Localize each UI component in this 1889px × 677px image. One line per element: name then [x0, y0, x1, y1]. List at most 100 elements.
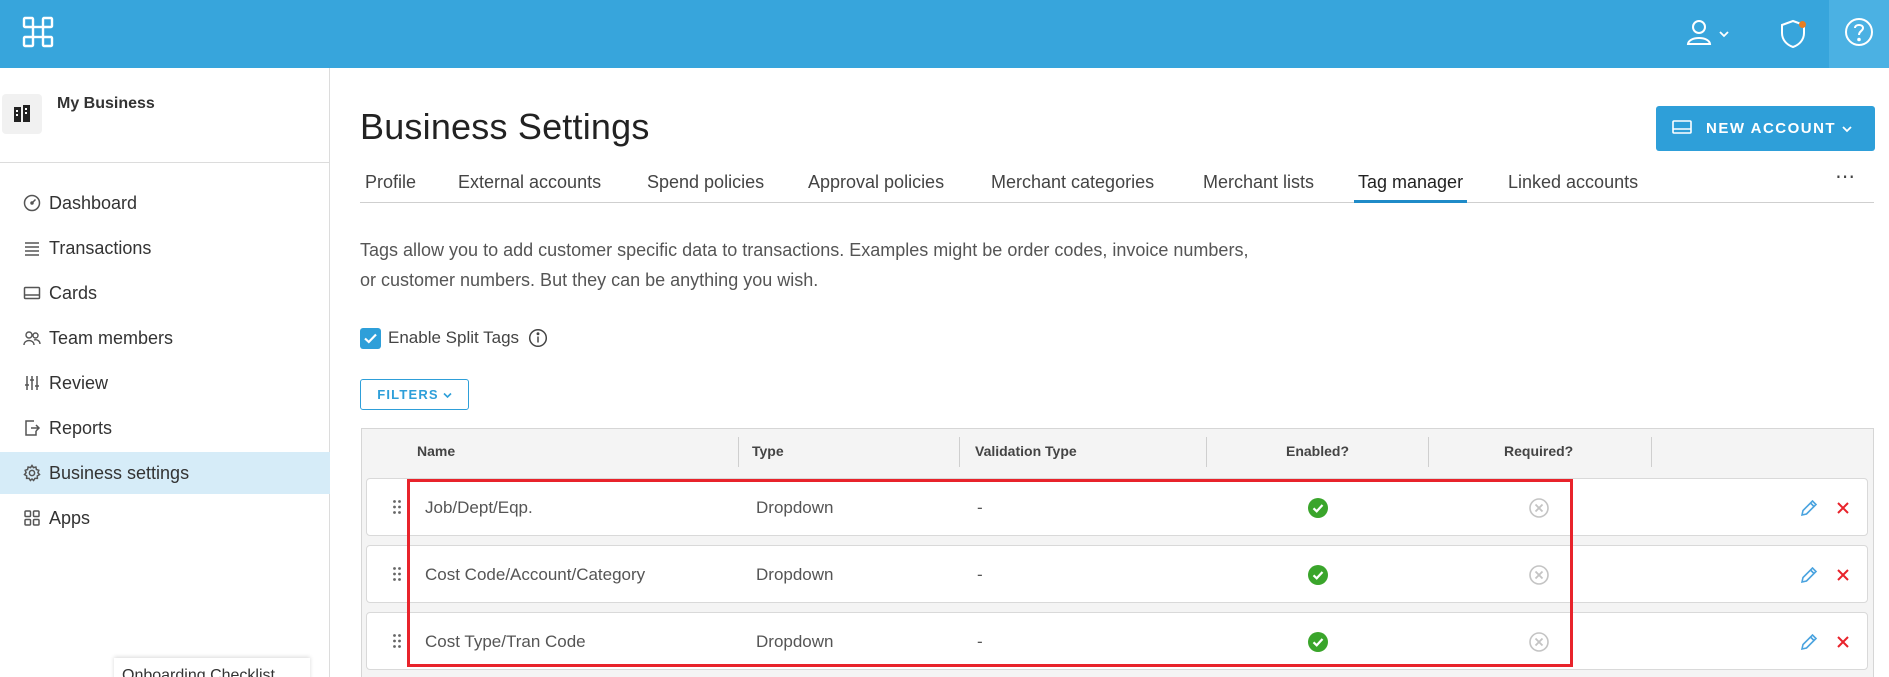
business-name[interactable]: My Business [57, 95, 155, 113]
card-icon [1672, 119, 1692, 139]
enable-split-tags-label: Enable Split Tags [388, 328, 520, 347]
enable-split-tags-row: Enable Split Tags [360, 327, 548, 349]
column-divider [1206, 437, 1207, 467]
tab-linked-accounts[interactable]: Linked accounts [1508, 160, 1638, 203]
sidebar-item-review[interactable]: Review [0, 362, 330, 404]
team-icon [22, 328, 42, 348]
gear-icon [22, 463, 42, 483]
sidebar-item-team-members[interactable]: Team members [0, 317, 330, 359]
filters-button[interactable]: FILTERS [360, 379, 469, 410]
apps-icon [22, 508, 42, 528]
enabled-check-icon [1308, 498, 1328, 518]
tab-spend-policies[interactable]: Spend policies [647, 160, 764, 203]
chevron-down-icon [1719, 25, 1729, 43]
tab-profile[interactable]: Profile [365, 160, 416, 203]
delete-icon[interactable] [1833, 565, 1853, 585]
top-bar [0, 0, 1889, 68]
tag-name: Cost Type/Tran Code [425, 632, 586, 651]
sidebar-item-label: Reports [49, 417, 113, 438]
new-account-button[interactable]: NEW ACCOUNT [1656, 106, 1875, 151]
column-header-validation-type[interactable]: Validation Type [975, 443, 1077, 459]
security-button[interactable] [1778, 14, 1808, 54]
column-header-enabled[interactable]: Enabled? [1286, 443, 1349, 459]
sidebar-item-business-settings[interactable]: Business settings [0, 452, 330, 494]
chevron-down-icon [1842, 120, 1852, 137]
column-header-type[interactable]: Type [752, 443, 784, 459]
column-divider [1651, 437, 1652, 467]
column-header-required[interactable]: Required? [1504, 443, 1573, 459]
sidebar-item-apps[interactable]: Apps [0, 497, 330, 539]
sidebar-item-reports[interactable]: Reports [0, 407, 330, 449]
help-icon [1844, 17, 1874, 52]
delete-icon[interactable] [1833, 498, 1853, 518]
sidebar-item-label: Review [49, 372, 109, 393]
sidebar-item-label: Dashboard [49, 192, 138, 213]
chevron-down-icon [443, 387, 452, 402]
shield-icon [1779, 19, 1807, 49]
dashboard-icon [22, 193, 42, 213]
filters-label: FILTERS [377, 387, 439, 402]
table-header: Name Type Validation Type Enabled? Requi… [362, 429, 1875, 473]
column-divider [959, 437, 960, 467]
column-header-name[interactable]: Name [417, 443, 455, 459]
card-icon [22, 283, 42, 303]
sidebar-item-cards[interactable]: Cards [0, 272, 330, 314]
new-account-label: NEW ACCOUNT [1706, 120, 1837, 137]
more-options-button[interactable]: ⋯ [1835, 167, 1859, 188]
drag-handle-icon[interactable] [392, 499, 402, 515]
sidebar: My Business Dashboard Transactions Cards… [0, 68, 330, 677]
settings-tabs: Profile External accounts Spend policies… [360, 160, 1874, 203]
tag-type: Dropdown [756, 498, 834, 517]
table-row[interactable]: Job/Dept/Eqp. Dropdown - [366, 478, 1868, 536]
table-row[interactable]: Cost Type/Tran Code Dropdown - [366, 612, 1868, 670]
sidebar-item-label: Transactions [49, 237, 152, 258]
help-button[interactable] [1829, 0, 1889, 68]
list-icon [22, 238, 42, 258]
edit-pencil-icon[interactable] [1799, 632, 1819, 652]
business-avatar[interactable] [2, 94, 42, 134]
sidebar-item-dashboard[interactable]: Dashboard [0, 182, 330, 224]
tag-type: Dropdown [756, 565, 834, 584]
tab-merchant-categories[interactable]: Merchant categories [991, 160, 1154, 203]
enabled-check-icon [1308, 565, 1328, 585]
sliders-icon [22, 373, 42, 393]
tag-validation-type: - [977, 565, 983, 584]
drag-handle-icon[interactable] [392, 633, 402, 649]
column-divider [1428, 437, 1429, 467]
onboarding-checklist-button[interactable]: Onboarding Checklist [114, 658, 310, 677]
column-divider [738, 437, 739, 467]
delete-icon[interactable] [1833, 632, 1853, 652]
tag-manager-description: Tags allow you to add customer specific … [360, 240, 1249, 290]
tab-approval-policies[interactable]: Approval policies [808, 160, 944, 203]
edit-pencil-icon[interactable] [1799, 565, 1819, 585]
tab-external-accounts[interactable]: External accounts [458, 160, 601, 203]
not-required-icon [1529, 632, 1549, 652]
tag-name: Cost Code/Account/Category [425, 565, 646, 584]
sidebar-item-label: Team members [49, 327, 174, 348]
edit-pencil-icon[interactable] [1799, 498, 1819, 518]
notification-dot [1799, 21, 1806, 28]
table-row[interactable]: Cost Code/Account/Category Dropdown - [366, 545, 1868, 603]
enable-split-tags-checkbox[interactable] [360, 327, 381, 349]
drag-handle-icon[interactable] [392, 566, 402, 582]
tab-tag-manager[interactable]: Tag manager [1354, 160, 1468, 203]
page-title: Business Settings [360, 106, 650, 147]
tag-name: Job/Dept/Eqp. [425, 498, 533, 517]
info-icon[interactable] [528, 328, 548, 348]
sidebar-item-label: Cards [49, 282, 98, 303]
sidebar-item-label: Business settings [49, 462, 190, 483]
tag-validation-type: - [977, 498, 983, 517]
enabled-check-icon [1308, 632, 1328, 652]
export-icon [22, 418, 42, 438]
sidebar-item-transactions[interactable]: Transactions [0, 227, 330, 269]
sidebar-divider [0, 162, 330, 163]
tab-merchant-lists[interactable]: Merchant lists [1203, 160, 1314, 203]
tag-type: Dropdown [756, 632, 834, 651]
user-icon [1685, 18, 1713, 51]
user-menu-button[interactable] [1684, 14, 1730, 54]
grid-logo-icon[interactable] [22, 16, 54, 48]
sidebar-item-label: Apps [49, 507, 91, 528]
tag-validation-type: - [977, 632, 983, 651]
not-required-icon [1529, 565, 1549, 585]
checkmark-icon [364, 333, 377, 344]
